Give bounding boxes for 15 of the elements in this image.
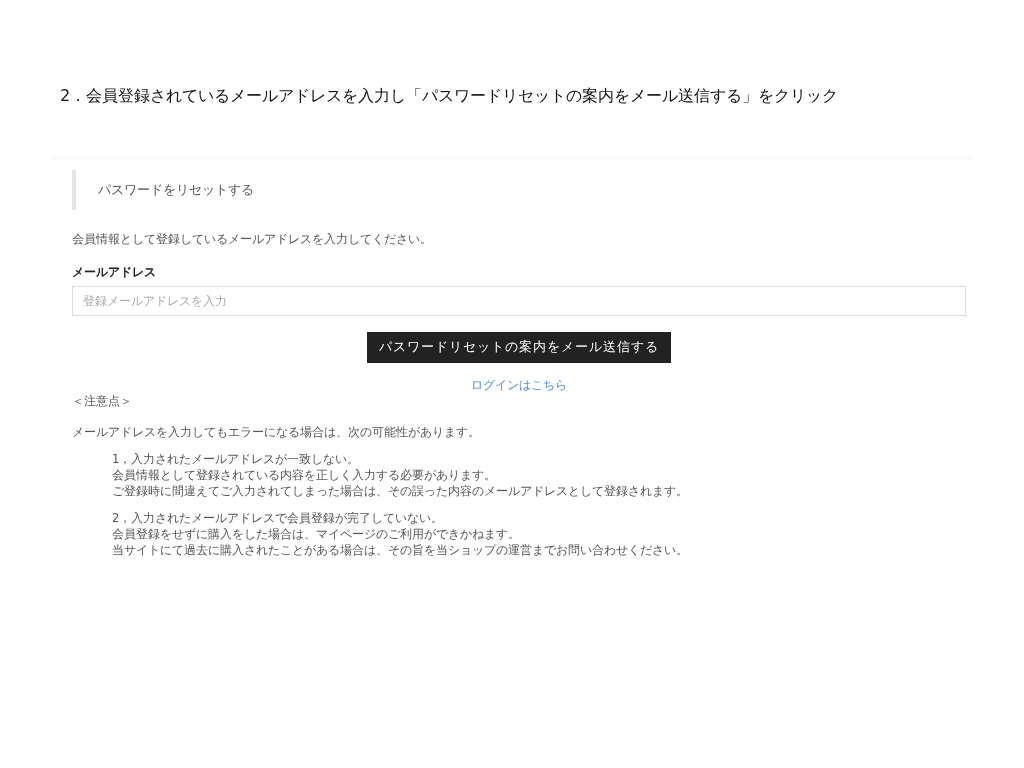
page-title: パスワードをリセットする <box>72 170 966 210</box>
notes-heading: ＜注意点＞ <box>72 394 133 409</box>
login-link[interactable]: ログインはこちら <box>471 377 567 394</box>
instruction-text: 2．会員登録されているメールアドレスを入力し「パスワードリセットの案内をメール送信する」をクリック <box>60 85 840 107</box>
intro-text: 会員情報として登録しているメールアドレスを入力してください。 <box>72 232 433 247</box>
submit-button[interactable]: パスワードリセットの案内をメール送信する <box>367 332 671 363</box>
note-text: 2，入力されたメールアドレスで会員登録が完了していない。 <box>112 511 445 526</box>
note-text: ご登録時に間違えてご入力されてしまった場合は、その誤った内容のメールアドレスとして登録されます。 <box>112 484 689 499</box>
email-input-field[interactable]: 登録メールアドレスを入力 <box>72 286 966 316</box>
note-text: 会員情報として登録されている内容を正しく入力する必要があります。 <box>112 468 497 483</box>
notes-intro: メールアドレスを入力してもエラーになる場合は、次の可能性があります。 <box>72 425 481 440</box>
field-label: メールアドレス <box>72 265 157 280</box>
note-text: 1，入力されたメールアドレスが一致しない。 <box>112 452 361 467</box>
note-text: 当サイトにて過去に購入されたことがある場合は、その旨を当ショップの運営までお問い合わせください。 <box>112 543 689 558</box>
note-text: 会員登録をせずに購入をした場合は、マイページのご利用ができかねます。 <box>112 527 521 542</box>
